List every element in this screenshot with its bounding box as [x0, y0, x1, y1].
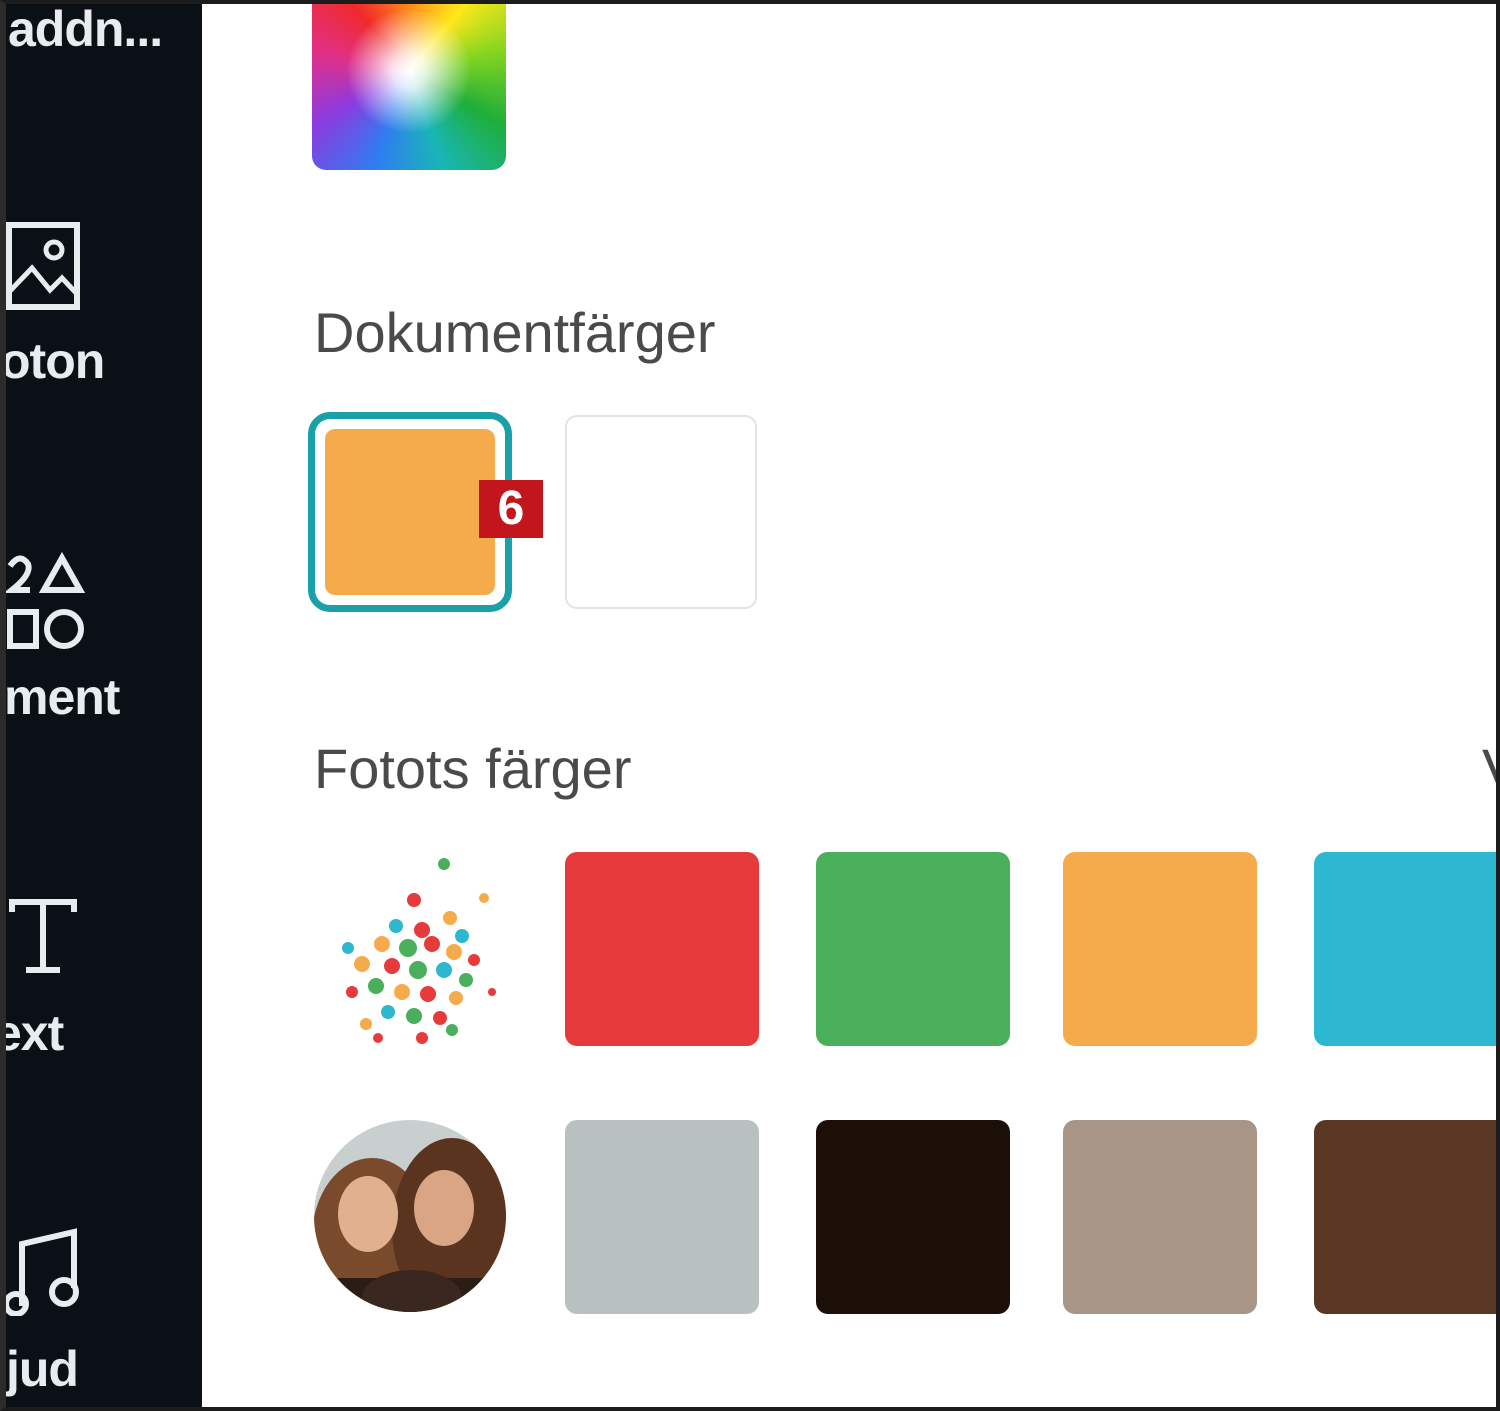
- photo-color-swatch[interactable]: [565, 1120, 759, 1314]
- photo-color-swatch[interactable]: [816, 852, 1010, 1046]
- photo-icon: [6, 222, 80, 310]
- sidebar-item-label: ment: [4, 669, 120, 725]
- see-all-link[interactable]: V: [1482, 736, 1500, 801]
- sidebar-item-addons[interactable]: addn...: [8, 0, 163, 58]
- annotation-badge: 6: [479, 480, 543, 538]
- photo-color-swatch[interactable]: [1314, 1120, 1500, 1314]
- two-women-photo-thumbnail[interactable]: [312, 1118, 508, 1314]
- sidebar-item-label: jud: [6, 1341, 79, 1397]
- photo-colors-title: Fotots färger: [314, 737, 632, 800]
- confetti-photo-thumbnail[interactable]: [322, 852, 512, 1052]
- color-gradient-icon[interactable]: [312, 0, 506, 170]
- document-colors-title: Dokumentfärger: [314, 301, 716, 364]
- photo-color-swatch[interactable]: [1063, 1120, 1257, 1314]
- music-icon: [6, 1228, 79, 1316]
- photo-color-swatch[interactable]: [816, 1120, 1010, 1314]
- swatch-fill: [325, 429, 495, 595]
- color-panel: Dokumentfärger 6 Fotots färger V: [202, 0, 1500, 1411]
- sidebar-item-label: ext: [0, 1005, 64, 1061]
- sidebar-item-label: addn...: [8, 1, 163, 57]
- sidebar: addn... oton ment ext jud: [0, 0, 202, 1411]
- document-color-swatch[interactable]: [565, 415, 757, 609]
- sidebar-item-label: oton: [0, 333, 105, 389]
- elements-icon: [6, 552, 86, 649]
- photo-color-swatch[interactable]: [1063, 852, 1257, 1046]
- text-icon: [9, 899, 77, 973]
- photo-color-swatch[interactable]: [1314, 852, 1500, 1046]
- photo-color-swatch[interactable]: [565, 852, 759, 1046]
